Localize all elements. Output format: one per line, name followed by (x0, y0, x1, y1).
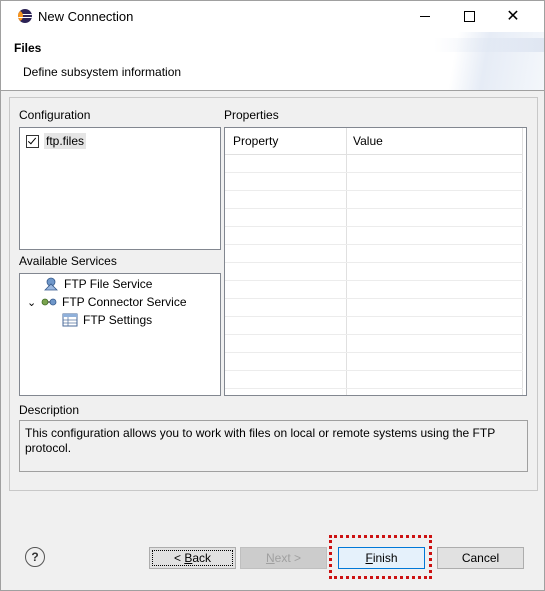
description-box: This configuration allows you to work wi… (19, 420, 528, 472)
window-title: New Connection (38, 9, 134, 24)
content-area: Configuration ftp.files Available Servic… (9, 97, 538, 491)
help-button[interactable]: ? (25, 547, 45, 567)
focus-indicator (152, 550, 233, 566)
services-tree[interactable]: FTP File Service ⌄ FTP Connector Service… (19, 273, 221, 396)
close-icon: ✕ (506, 7, 520, 25)
tree-item-ftp-settings[interactable]: FTP Settings (62, 311, 152, 329)
column-header-property[interactable]: Property (233, 134, 278, 148)
minimize-icon (420, 16, 430, 17)
close-button[interactable]: ✕ (490, 1, 536, 32)
tree-item-label: FTP Settings (83, 313, 153, 327)
properties-header: Property Value (225, 128, 523, 155)
cancel-button[interactable]: Cancel (437, 547, 524, 569)
properties-label: Properties (224, 108, 279, 122)
maximize-icon (463, 11, 475, 22)
back-button[interactable]: < Back (149, 547, 236, 569)
file-service-icon (43, 277, 59, 291)
connector-service-icon (41, 295, 57, 309)
page-description: Define subsystem information (23, 65, 182, 79)
maximize-button[interactable] (446, 1, 492, 32)
available-services-label: Available Services (19, 254, 117, 268)
description-text: This configuration allows you to work wi… (25, 426, 495, 455)
tree-item-label: FTP File Service (64, 277, 153, 291)
page-title: Files (14, 41, 42, 55)
tree-item-label: FTP Connector Service (62, 295, 187, 309)
minimize-button[interactable] (402, 1, 448, 32)
config-item-label: ftp.files (44, 133, 87, 149)
title-bar: New Connection ✕ (1, 1, 544, 32)
help-icon: ? (31, 550, 39, 564)
settings-table-icon (62, 313, 78, 327)
config-checkbox[interactable] (26, 134, 39, 148)
description-label: Description (19, 403, 80, 417)
properties-table[interactable]: Property Value (224, 127, 527, 396)
next-button[interactable]: Next > (240, 547, 327, 569)
finish-highlight-annotation (329, 535, 432, 579)
wizard-banner (394, 32, 544, 90)
chevron-down-icon[interactable]: ⌄ (27, 296, 41, 309)
wizard-header: Files Define subsystem information (1, 32, 544, 91)
eclipse-icon (18, 9, 32, 23)
configuration-list[interactable]: ftp.files (19, 127, 221, 250)
tree-item-ftp-connector-service[interactable]: ⌄ FTP Connector Service (27, 293, 187, 311)
column-header-value[interactable]: Value (353, 134, 383, 148)
configuration-label: Configuration (19, 108, 91, 122)
tree-item-ftp-file-service[interactable]: FTP File Service (43, 275, 152, 293)
config-item-ftp-files[interactable]: ftp.files (26, 132, 87, 150)
new-connection-dialog: New Connection ✕ Files Define subsystem … (0, 0, 545, 591)
